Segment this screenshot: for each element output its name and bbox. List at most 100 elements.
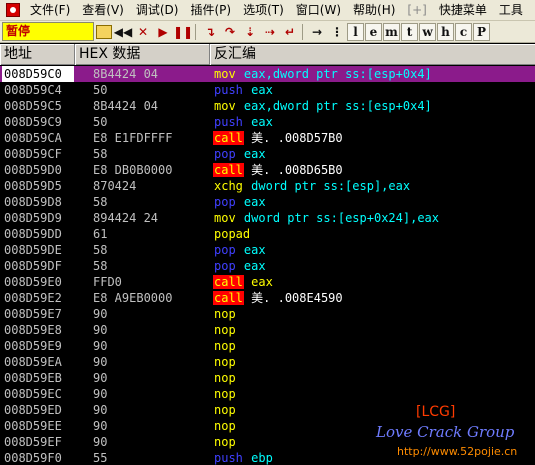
- step-over-icon[interactable]: ↷: [221, 23, 239, 41]
- table-row[interactable]: 008D59C4 50 push eax: [0, 82, 535, 98]
- row-operands: eax,dword ptr ss:[esp+0x4]: [243, 99, 432, 113]
- row-mnemonic: nop: [214, 371, 236, 385]
- execute-till-return-icon[interactable]: ↵: [281, 23, 299, 41]
- table-row[interactable]: 008D59CA E8 E1FDFFFF call 美. .008D57B0: [0, 130, 535, 146]
- open-file-icon[interactable]: [96, 24, 112, 39]
- row-hex: E8 DB0B0000: [93, 163, 173, 177]
- row-hex: 90: [93, 323, 108, 337]
- menu-help[interactable]: 帮助(H): [347, 0, 401, 21]
- row-operands: dword ptr ss:[esp],eax: [251, 179, 411, 193]
- table-row[interactable]: 008D59D0 E8 DB0B0000 call 美. .008D65B0: [0, 162, 535, 178]
- windows-button[interactable]: w: [419, 22, 436, 41]
- table-row[interactable]: 008D59EB 90 nop: [0, 370, 535, 386]
- table-row[interactable]: 008D59E2 E8 A9EB0000 call 美. .008E4590: [0, 290, 535, 306]
- column-header-address[interactable]: 地址: [0, 44, 75, 65]
- table-row[interactable]: 008D59E0 FFD0 call eax: [0, 274, 535, 290]
- row-mnemonic: call: [213, 131, 244, 145]
- row-mnemonic: nop: [214, 339, 236, 353]
- row-disasm: mov eax,dword ptr ss:[esp+0x4]: [213, 98, 432, 114]
- row-hex: 90: [93, 419, 108, 433]
- row-mnemonic: mov: [214, 99, 236, 113]
- row-address: 008D59EB: [4, 371, 62, 385]
- close-icon[interactable]: ✕: [134, 23, 152, 41]
- row-mnemonic: xchg: [214, 179, 243, 193]
- row-hex: 90: [93, 339, 108, 353]
- threads-button[interactable]: t: [401, 22, 418, 41]
- row-address: 008D59D8: [4, 195, 62, 209]
- rewind-icon[interactable]: ◀◀: [114, 23, 132, 41]
- goto-arrow-icon[interactable]: →: [308, 23, 326, 41]
- row-disasm: nop: [213, 434, 237, 450]
- column-header-disassembly[interactable]: 反汇编: [210, 44, 535, 65]
- row-hex: 870424: [93, 179, 137, 193]
- row-address: 008D59DF: [4, 259, 62, 273]
- row-mnemonic: popad: [214, 227, 251, 241]
- pause-icon[interactable]: ❚❚: [173, 23, 193, 41]
- table-row[interactable]: 008D59C9 50 push eax: [0, 114, 535, 130]
- row-address: 008D59D0: [4, 163, 62, 177]
- menu-debug[interactable]: 调试(D): [130, 0, 185, 21]
- row-address: 008D59E9: [4, 339, 62, 353]
- menu-file[interactable]: 文件(F): [24, 0, 76, 21]
- row-mnemonic: nop: [214, 419, 236, 433]
- table-row[interactable]: 008D59E8 90 nop: [0, 322, 535, 338]
- row-address: 008D59F0: [4, 451, 62, 465]
- more-icon[interactable]: ⋮: [328, 23, 346, 41]
- row-mnemonic: call: [213, 163, 244, 177]
- menu-plugins[interactable]: 插件(P): [184, 0, 237, 21]
- row-mnemonic: pop: [214, 147, 236, 161]
- table-row[interactable]: 008D59DF 58 pop eax: [0, 258, 535, 274]
- menu-expand[interactable]: [+]: [401, 0, 432, 21]
- row-hex: 90: [93, 435, 108, 449]
- row-mnemonic: call: [213, 275, 244, 289]
- row-hex: 50: [93, 115, 108, 129]
- step-into-icon[interactable]: ↴: [201, 23, 219, 41]
- table-row[interactable]: 008D59EA 90 nop: [0, 354, 535, 370]
- table-row[interactable]: 008D59DD 61 popad: [0, 226, 535, 242]
- menu-window[interactable]: 窗口(W): [290, 0, 347, 21]
- row-address: 008D59E0: [4, 275, 62, 289]
- table-row[interactable]: 008D59DE 58 pop eax: [0, 242, 535, 258]
- row-disasm: call 美. .008E4590: [213, 290, 343, 306]
- memory-map-button[interactable]: m: [383, 22, 400, 41]
- table-row[interactable]: 008D59E9 90 nop: [0, 338, 535, 354]
- table-row[interactable]: 008D59C5 8B4424 04 mov eax,dword ptr ss:[e…: [0, 98, 535, 114]
- menu-shortcut[interactable]: 快捷菜单: [433, 0, 493, 21]
- menu-options[interactable]: 选项(T): [237, 0, 290, 21]
- row-mnemonic: nop: [214, 435, 236, 449]
- table-row[interactable]: 008D59D5 870424 xchg dword ptr ss:[esp],ea…: [0, 178, 535, 194]
- row-mnemonic: pop: [214, 243, 236, 257]
- row-disasm: push eax: [213, 114, 273, 130]
- table-row[interactable]: 008D59D9 894424 24 mov dword ptr ss:[esp+0…: [0, 210, 535, 226]
- handles-button[interactable]: h: [437, 22, 454, 41]
- run-icon[interactable]: ▶: [154, 23, 172, 41]
- row-disasm: xchg dword ptr ss:[esp],eax: [213, 178, 410, 194]
- executables-button[interactable]: e: [365, 22, 382, 41]
- app-icon: [6, 3, 20, 17]
- table-row[interactable]: 008D59EC 90 nop: [0, 386, 535, 402]
- log-window-button[interactable]: l: [347, 22, 364, 41]
- row-hex: 90: [93, 387, 108, 401]
- row-address: 008D59EE: [4, 419, 62, 433]
- row-hex: 58: [93, 147, 108, 161]
- table-row[interactable]: 008D59C0 8B4424 04 mov eax,dword ptr ss:[e…: [0, 66, 535, 82]
- row-disasm: mov eax,dword ptr ss:[esp+0x4]: [213, 66, 432, 82]
- patches-button[interactable]: P: [473, 22, 490, 41]
- cpu-button[interactable]: c: [455, 22, 472, 41]
- menu-bar: 文件(F) 查看(V) 调试(D) 插件(P) 选项(T) 窗口(W) 帮助(H…: [0, 0, 535, 21]
- row-disasm: pop eax: [213, 258, 266, 274]
- column-header-hex[interactable]: HEX 数据: [75, 44, 210, 65]
- menu-view[interactable]: 查看(V): [76, 0, 130, 21]
- table-row[interactable]: 008D59D8 58 pop eax: [0, 194, 535, 210]
- menu-tools[interactable]: 工具: [493, 0, 529, 21]
- row-disasm: call eax: [213, 274, 273, 290]
- table-row[interactable]: 008D59E7 90 nop: [0, 306, 535, 322]
- row-operands: dword ptr ss:[esp+0x24],eax: [243, 211, 439, 225]
- trace-into-icon[interactable]: ⇣: [241, 23, 259, 41]
- table-row[interactable]: 008D59CF 58 pop eax: [0, 146, 535, 162]
- row-hex: 90: [93, 307, 108, 321]
- trace-over-icon[interactable]: ⇢: [261, 23, 279, 41]
- row-address: 008D59CF: [4, 147, 62, 161]
- row-operands: 美. .008D65B0: [251, 163, 343, 177]
- row-mnemonic: nop: [214, 323, 236, 337]
